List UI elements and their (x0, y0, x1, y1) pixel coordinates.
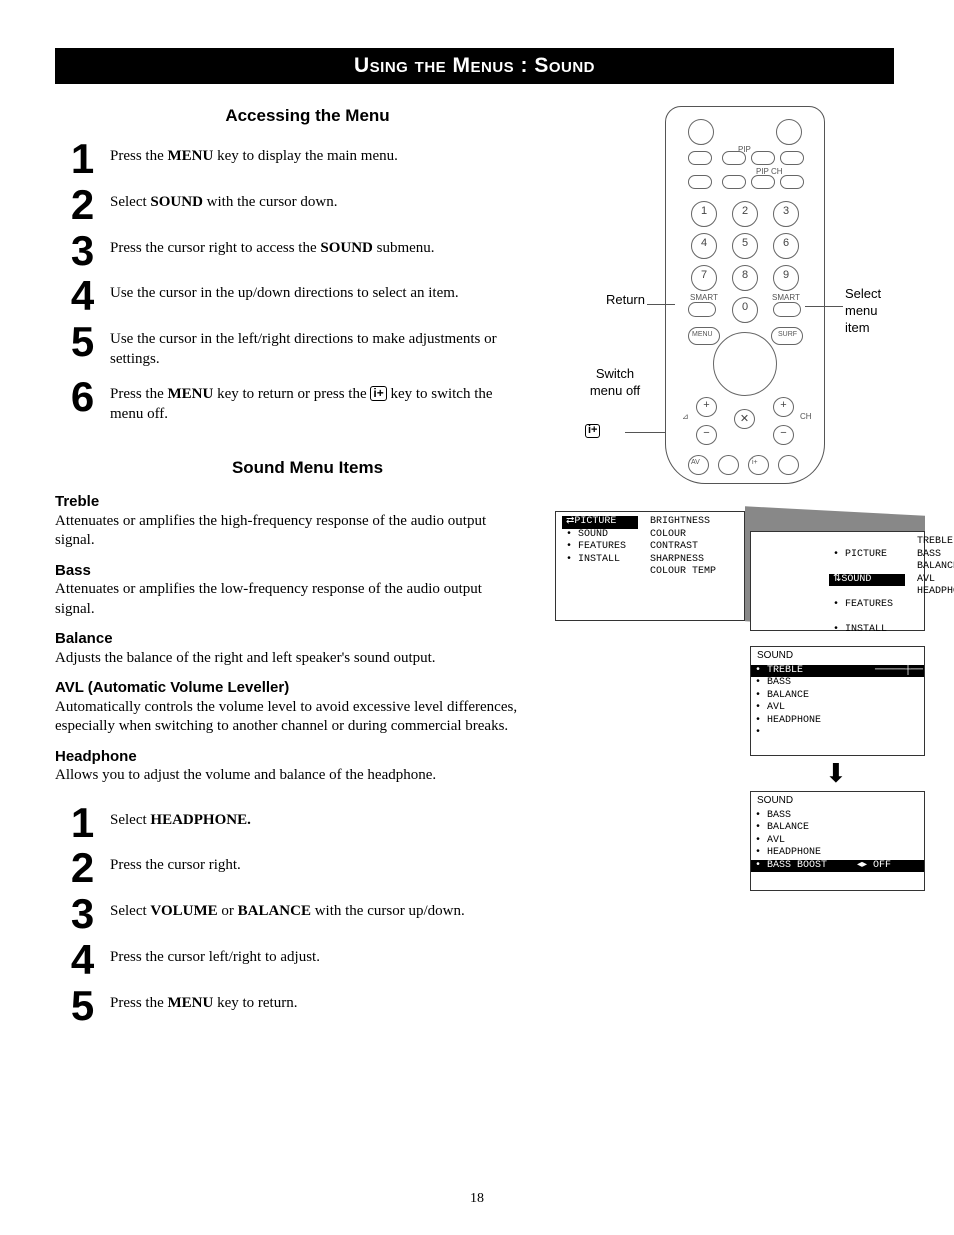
step-number: 3 (55, 895, 110, 933)
osd-illustration: ⇄PICTURE• SOUND• FEATURES• INSTALL BRIGH… (555, 501, 894, 941)
step-number: 1 (55, 804, 110, 842)
step-text: Press the cursor left/right to adjust. (110, 941, 320, 967)
definition-title: Headphone (55, 747, 525, 767)
step-text: Press the MENU key to return. (110, 987, 297, 1013)
page-title-bar: Using the Menus : Sound (55, 48, 894, 84)
definition-body: Automatically controls the volume level … (55, 698, 525, 737)
step-number: 2 (55, 186, 110, 224)
step-text: Use the cursor in the up/down directions… (110, 277, 459, 303)
page-number: 18 (0, 1191, 954, 1207)
definition-title: Treble (55, 492, 525, 512)
definition-title: AVL (Automatic Volume Leveller) (55, 678, 525, 698)
callout-return: Return (585, 292, 645, 307)
definition-body: Allows you to adjust the volume and bala… (55, 766, 525, 786)
step-text: Press the cursor right to access the SOU… (110, 232, 435, 258)
definition-title: Bass (55, 561, 525, 581)
definitions: TrebleAttenuates or amplifies the high-f… (55, 492, 525, 786)
definition-body: Attenuates or amplifies the low-frequenc… (55, 580, 525, 619)
step-text: Use the cursor in the left/right directi… (110, 323, 525, 370)
steps-access: 1Press the MENU key to display the main … (55, 140, 525, 424)
heading-accessing: Accessing the Menu (90, 106, 525, 126)
callout-switch: Switch menu off (585, 366, 645, 400)
heading-items: Sound Menu Items (90, 458, 525, 478)
step-number: 3 (55, 232, 110, 270)
step-number: 1 (55, 140, 110, 178)
step-text: Select SOUND with the cursor down. (110, 186, 337, 212)
step-number: 2 (55, 849, 110, 887)
remote-illustration: PIP PIP CH 1 2 3 4 5 6 7 8 9 SM (555, 106, 894, 486)
step-text: Press the cursor right. (110, 849, 241, 875)
step-text: Press the MENU key to return or press th… (110, 378, 525, 425)
steps-headphone: 1Select HEADPHONE.2Press the cursor righ… (55, 804, 525, 1025)
step-text: Press the MENU key to display the main m… (110, 140, 398, 166)
step-number: 6 (55, 378, 110, 416)
definition-body: Attenuates or amplifies the high-frequen… (55, 512, 525, 551)
step-number: 5 (55, 323, 110, 361)
step-number: 4 (55, 941, 110, 979)
step-text: Select HEADPHONE. (110, 804, 251, 830)
step-number: 4 (55, 277, 110, 315)
step-text: Select VOLUME or BALANCE with the cursor… (110, 895, 465, 921)
callout-select: Select menu item (845, 286, 895, 337)
definition-body: Adjusts the balance of the right and lef… (55, 649, 525, 669)
definition-title: Balance (55, 629, 525, 649)
step-number: 5 (55, 987, 110, 1025)
